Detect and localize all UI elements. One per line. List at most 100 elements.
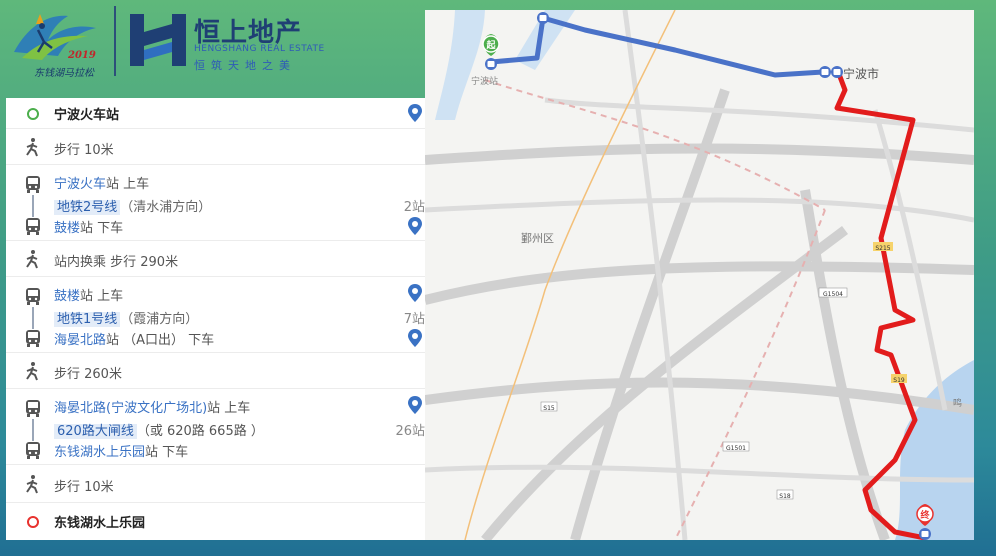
svg-text:S18: S18 (779, 493, 791, 500)
alight-action: 站 （A口出） 下车 (106, 333, 215, 348)
alight-station[interactable]: 东钱湖水上乐园 (54, 445, 145, 460)
river-water (435, 10, 485, 120)
metro-route-line (490, 15, 824, 78)
svg-text:S19: S19 (893, 377, 905, 384)
start-location: 宁波火车站 (54, 108, 120, 123)
line-tag[interactable]: 地铁2号线 (54, 200, 121, 215)
walk-icon (26, 475, 38, 494)
location-pin-icon[interactable] (407, 283, 423, 303)
walk-distance: 步行 10米 (54, 143, 114, 158)
bus-icon (26, 442, 40, 459)
svg-text:S15: S15 (543, 405, 555, 412)
map-canvas[interactable]: S215 G1504 S19 S15 G1501 S18 宁波站 宁波市 鄞州区… (425, 10, 974, 540)
walk-distance: 步行 260米 (54, 367, 122, 382)
walk-distance: 步行 10米 (54, 480, 114, 495)
road-shield: S19 (891, 374, 907, 384)
road-shield: S15 (540, 401, 558, 412)
walk-icon (26, 250, 38, 269)
bus-station-icon[interactable] (919, 528, 931, 540)
route-connector (32, 419, 34, 441)
metro-station-icon[interactable] (819, 66, 831, 78)
metro-leg-row[interactable]: 宁波火车站 上车 地铁2号线 （清水浦方向） 2站 鼓楼站 下车 (6, 165, 433, 241)
alight-action: 站 下车 (145, 445, 189, 460)
board-action: 站 上车 (207, 401, 251, 416)
line-tag[interactable]: 地铁1号线 (54, 312, 121, 327)
location-pin-icon[interactable] (407, 395, 423, 415)
walk-icon (26, 138, 38, 157)
bus-icon (26, 400, 40, 417)
lake-water (895, 360, 974, 540)
start-marker-text: 起 (485, 39, 496, 51)
line-text: 地铁2号线 （清水浦方向） (54, 196, 211, 215)
bus-icon (26, 176, 40, 193)
alt-lines: （或 620路 665路 ） (136, 424, 264, 439)
hengshang-logo-mark (130, 14, 186, 66)
metro-station-icon[interactable] (485, 58, 497, 70)
svg-text:G1501: G1501 (726, 445, 746, 452)
bus-station-icon[interactable] (831, 66, 843, 78)
line-text: 地铁1号线 （霞浦方向） (54, 308, 198, 327)
map-label-right: 鸣 (953, 397, 962, 409)
company-english-name: HENGSHANG REAL ESTATE (194, 44, 325, 54)
route-end-row[interactable]: 东钱湖水上乐园 (6, 503, 433, 540)
road-shield: S18 (776, 489, 794, 500)
map-label-city: 宁波市 (843, 66, 879, 81)
walk-row: 步行 10米 (6, 129, 433, 165)
alight-text: 海晏北路站 （A口出） 下车 (54, 329, 214, 348)
line-text: 620路大闸线 （或 620路 665路 ） (54, 420, 264, 439)
board-text: 鼓楼站 上车 (54, 285, 123, 304)
board-station[interactable]: 海晏北路(宁波文化广场北) (54, 401, 207, 416)
map-label-district: 鄞州区 (521, 232, 554, 245)
line-direction: （霞浦方向） (120, 312, 199, 327)
board-station[interactable]: 鼓楼 (54, 289, 80, 304)
end-marker-text: 终 (919, 509, 930, 521)
transfer-text: 站内换乘 步行 290米 (54, 255, 179, 270)
walk-row: 步行 10米 (6, 465, 433, 503)
header-logos: 2019 东钱湖马拉松 恒上地产 HENGSHANG REAL ESTATE 恒… (0, 0, 430, 96)
board-station[interactable]: 宁波火车 (54, 177, 106, 192)
expo-caption: 东钱湖马拉松 (34, 68, 94, 79)
route-panel: 宁波火车站 步行 10米 宁波火车站 上车 地铁2号线 （清水浦方向） 2站 鼓楼… (6, 98, 433, 540)
logo-divider (114, 6, 116, 76)
walk-row: 步行 260米 (6, 353, 433, 389)
end-circle-icon (27, 516, 39, 528)
svg-text:S215: S215 (875, 245, 890, 252)
bus-leg-row[interactable]: 海晏北路(宁波文化广场北)站 上车 620路大闸线 （或 620路 665路 ） … (6, 389, 433, 465)
walk-icon (26, 362, 38, 381)
map-label-station: 宁波站 (471, 75, 498, 87)
board-text: 宁波火车站 上车 (54, 173, 149, 192)
bus-icon (26, 330, 40, 347)
end-location: 东钱湖水上乐园 (54, 516, 146, 531)
bus-icon (26, 288, 40, 305)
road-shield: G1504 (818, 287, 848, 298)
alight-station[interactable]: 鼓楼 (54, 221, 80, 236)
start-marker-icon[interactable]: 起 (482, 34, 500, 56)
line-direction: （清水浦方向） (120, 200, 212, 215)
alight-station[interactable]: 海晏北路 (54, 333, 106, 348)
location-pin-icon[interactable] (407, 216, 423, 236)
company-slogan: 恒筑天地之美 (194, 59, 296, 72)
route-start-row[interactable]: 宁波火车站 (6, 98, 433, 129)
transfer-row: 站内换乘 步行 290米 (6, 241, 433, 277)
board-action: 站 上车 (106, 177, 150, 192)
board-text: 海晏北路(宁波文化广场北)站 上车 (54, 397, 250, 416)
road-shield: S215 (873, 242, 893, 252)
location-pin-icon[interactable] (407, 103, 423, 123)
route-connector (32, 195, 34, 217)
route-connector (32, 307, 34, 329)
svg-text:G1504: G1504 (823, 291, 843, 298)
start-circle-icon (27, 108, 39, 120)
metro-station-icon[interactable] (537, 12, 549, 24)
expo-year: 2019 (68, 50, 96, 61)
stop-count: 2站 (403, 200, 425, 215)
line-tag[interactable]: 620路大闸线 (54, 424, 137, 439)
bus-icon (26, 218, 40, 235)
location-pin-icon[interactable] (407, 328, 423, 348)
metro-leg-row[interactable]: 鼓楼站 上车 地铁1号线 （霞浦方向） 7站 海晏北路站 （A口出） 下车 (6, 277, 433, 353)
road-shield: G1501 (722, 441, 750, 452)
route-map[interactable]: S215 G1504 S19 S15 G1501 S18 宁波站 宁波市 鄞州区… (425, 10, 974, 540)
stop-count: 26站 (395, 424, 425, 439)
board-action: 站 上车 (80, 289, 124, 304)
alight-action: 站 下车 (80, 221, 124, 236)
alight-text: 东钱湖水上乐园站 下车 (54, 441, 188, 460)
